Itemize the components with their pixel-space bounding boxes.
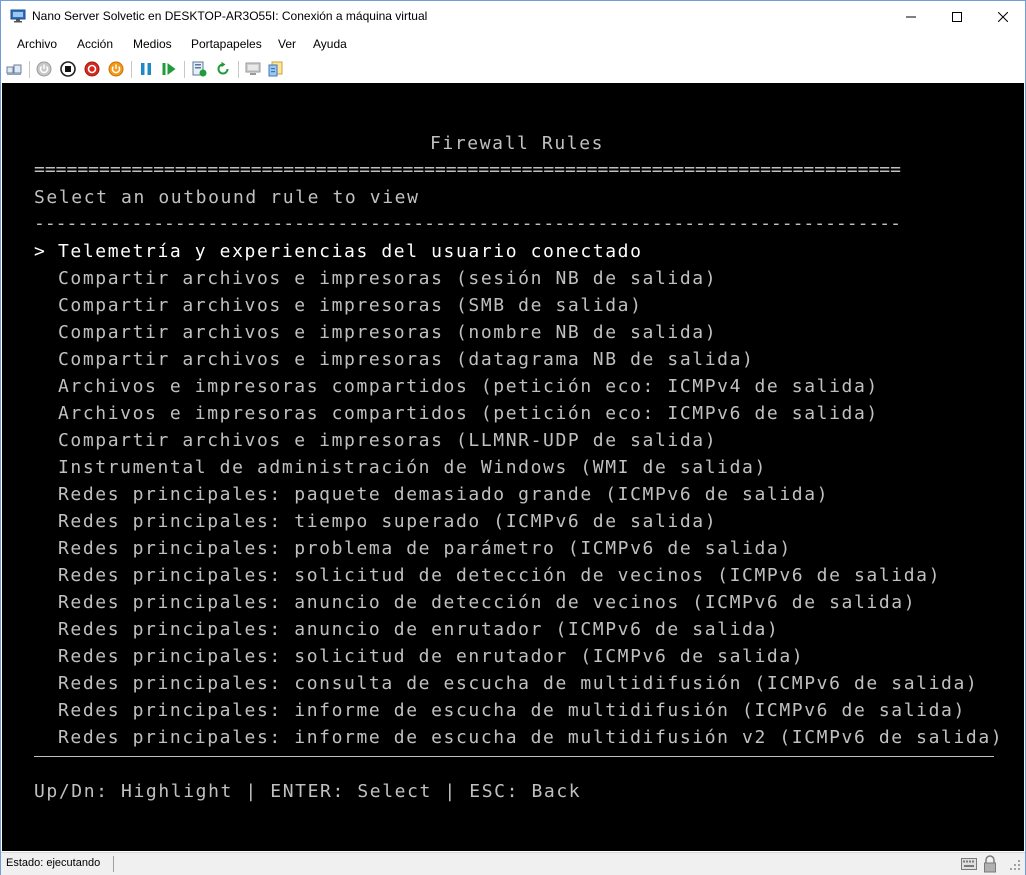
status-separator: [113, 856, 114, 872]
dashed-separator: ----------------------------------------…: [34, 213, 901, 234]
rule-item[interactable]: Archivos e impresoras compartidos (petic…: [58, 403, 879, 425]
menu-ver[interactable]: Ver: [278, 37, 296, 51]
vm-connection-window: Nano Server Solvetic en DESKTOP-AR3O55I:…: [0, 0, 1026, 875]
revert-icon[interactable]: [215, 61, 231, 77]
maximize-icon: [952, 11, 962, 22]
double-separator: ========================================…: [34, 159, 901, 180]
rule-item[interactable]: Redes principales: consulta de escucha d…: [58, 673, 978, 695]
rule-item[interactable]: Redes principales: tiempo superado (ICMP…: [58, 511, 717, 533]
menu-bar: Archivo Acción Medios Portapapeles Ver A…: [1, 32, 1025, 56]
resume-icon[interactable]: [161, 61, 177, 77]
window-title: Nano Server Solvetic en DESKTOP-AR3O55I:…: [32, 9, 428, 23]
rule-item[interactable]: Redes principales: solicitud de detecció…: [58, 565, 941, 587]
console-prompt: Select an outbound rule to view: [34, 187, 420, 208]
menu-ayuda[interactable]: Ayuda: [313, 37, 347, 51]
rule-item[interactable]: Redes principales: informe de escucha de…: [58, 700, 966, 722]
shut-down-icon[interactable]: [84, 61, 100, 77]
toolbar-separator: [131, 61, 132, 78]
resize-grip-icon[interactable]: [1009, 859, 1021, 871]
start-icon[interactable]: [36, 61, 52, 77]
close-icon: [998, 11, 1008, 22]
toolbar-separator: [238, 61, 239, 78]
toolbar: [1, 57, 1025, 82]
vm-console-screen[interactable]: Firewall Rules =========================…: [2, 83, 1024, 851]
rule-item[interactable]: Compartir archivos e impresoras (datagra…: [58, 349, 754, 371]
enhanced-session-icon[interactable]: [245, 61, 261, 77]
rule-item[interactable]: Redes principales: informe de escucha de…: [58, 727, 1003, 749]
menu-accion[interactable]: Acción: [77, 37, 113, 51]
rule-item[interactable]: Compartir archivos e impresoras (sesión …: [58, 268, 717, 290]
toolbar-separator: [29, 61, 30, 78]
rule-item[interactable]: Redes principales: anuncio de detección …: [58, 592, 916, 614]
menu-medios[interactable]: Medios: [133, 37, 172, 51]
rule-item[interactable]: Archivos e impresoras compartidos (petic…: [58, 376, 879, 398]
rule-item[interactable]: Redes principales: paquete demasiado gra…: [58, 484, 829, 506]
toolbar-separator: [184, 61, 185, 78]
status-text: Estado: ejecutando: [6, 857, 101, 869]
rule-item[interactable]: Compartir archivos e impresoras (nombre …: [58, 322, 717, 344]
keyboard-icon: [961, 858, 977, 870]
rule-item-selected[interactable]: Telemetría y experiencias del usuario co…: [58, 241, 643, 263]
console-footer-help: Up/Dn: Highlight | ENTER: Select | ESC: …: [34, 781, 582, 802]
rule-item[interactable]: Redes principales: anuncio de enrutador …: [58, 619, 779, 641]
selection-cursor: >: [34, 241, 47, 262]
share-icon[interactable]: [268, 61, 284, 77]
vm-connection-icon: [10, 9, 26, 23]
menu-archivo[interactable]: Archivo: [17, 37, 57, 51]
lock-icon: [984, 855, 996, 873]
rule-item[interactable]: Redes principales: problema de parámetro…: [58, 538, 792, 560]
maximize-button[interactable]: [934, 1, 980, 32]
title-bar[interactable]: Nano Server Solvetic en DESKTOP-AR3O55I:…: [1, 1, 1025, 32]
pause-icon[interactable]: [138, 61, 154, 77]
close-button[interactable]: [980, 1, 1026, 32]
turn-off-icon[interactable]: [60, 61, 76, 77]
rule-item[interactable]: Instrumental de administración de Window…: [58, 457, 767, 479]
ctrl-alt-del-icon[interactable]: [6, 61, 22, 77]
rule-item[interactable]: Compartir archivos e impresoras (SMB de …: [58, 295, 643, 317]
footer-separator: [34, 756, 994, 757]
rule-item[interactable]: Redes principales: solicitud de enrutado…: [58, 646, 804, 668]
menu-portapapeles[interactable]: Portapapeles: [191, 37, 262, 51]
minimize-icon: [906, 16, 916, 17]
checkpoint-icon[interactable]: [191, 61, 207, 77]
status-bar: Estado: ejecutando: [1, 852, 1025, 875]
power-icon[interactable]: [108, 61, 124, 77]
rule-item[interactable]: Compartir archivos e impresoras (LLMNR-U…: [58, 430, 717, 452]
minimize-button[interactable]: [888, 1, 934, 32]
console-title: Firewall Rules: [430, 133, 605, 154]
